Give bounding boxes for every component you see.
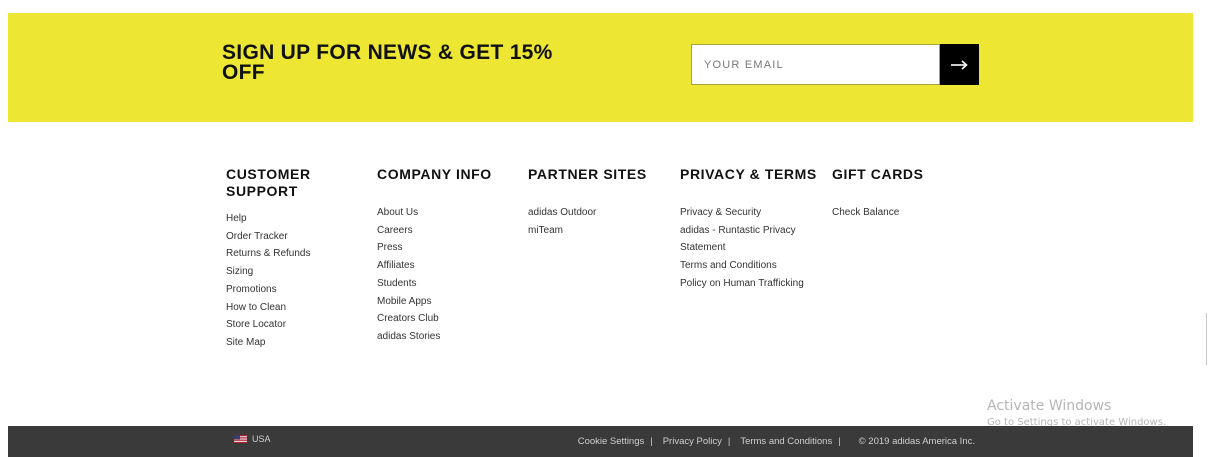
bottom-legal-bar: USA Cookie Settings | Privacy Policy | T… xyxy=(8,426,1193,457)
footer-link-careers[interactable]: Careers xyxy=(377,222,517,240)
terms-conditions-link[interactable]: Terms and Conditions xyxy=(740,436,832,447)
footer-column-customer-support: CUSTOMER SUPPORT Help Order Tracker Retu… xyxy=(226,166,336,352)
footer-link-returns-refunds[interactable]: Returns & Refunds xyxy=(226,245,336,263)
country-selector[interactable]: USA xyxy=(234,434,271,444)
footer-link-affiliates[interactable]: Affiliates xyxy=(377,257,517,275)
legal-links: Cookie Settings | Privacy Policy | Terms… xyxy=(578,436,975,447)
footer-link-help[interactable]: Help xyxy=(226,210,336,228)
footer-link-check-balance[interactable]: Check Balance xyxy=(832,204,952,222)
footer-column-gift-cards: GIFT CARDS Check Balance xyxy=(832,166,952,222)
footer-link-students[interactable]: Students xyxy=(377,275,517,293)
privacy-policy-link[interactable]: Privacy Policy xyxy=(663,436,722,447)
footer-link-creators-club[interactable]: Creators Club xyxy=(377,310,517,328)
footer-link-human-trafficking-policy[interactable]: Policy on Human Trafficking xyxy=(680,275,825,293)
email-input[interactable] xyxy=(692,45,939,84)
footer-link-miteam[interactable]: miTeam xyxy=(528,222,668,240)
footer-link-press[interactable]: Press xyxy=(377,239,517,257)
footer-link-store-locator[interactable]: Store Locator xyxy=(226,316,336,334)
footer-link-promotions[interactable]: Promotions xyxy=(226,281,336,299)
email-field-wrapper xyxy=(691,44,940,85)
country-label: USA xyxy=(252,434,271,444)
link-separator: | xyxy=(727,436,731,447)
footer-link-list: About Us Careers Press Affiliates Studen… xyxy=(377,204,517,346)
footer-column-title: CUSTOMER SUPPORT xyxy=(226,166,311,199)
footer-column-partner-sites: PARTNER SITES adidas Outdoor miTeam xyxy=(528,166,668,239)
link-separator: | xyxy=(838,436,841,447)
footer-link-how-to-clean[interactable]: How to Clean xyxy=(226,299,336,317)
footer-link-order-tracker[interactable]: Order Tracker xyxy=(226,228,336,246)
footer-column-privacy-terms: PRIVACY & TERMS Privacy & Security adida… xyxy=(680,166,825,293)
footer-link-about-us[interactable]: About Us xyxy=(377,204,517,222)
arrow-right-icon xyxy=(951,59,968,70)
footer-link-list: Check Balance xyxy=(832,204,952,222)
footer-link-mobile-apps[interactable]: Mobile Apps xyxy=(377,293,517,311)
link-separator: | xyxy=(650,436,653,447)
footer-link-list: Privacy & Security adidas - Runtastic Pr… xyxy=(680,204,825,293)
footer-column-company-info: COMPANY INFO About Us Careers Press Affi… xyxy=(377,166,517,346)
footer-column-title: PARTNER SITES xyxy=(528,166,647,182)
footer-link-adidas-outdoor[interactable]: adidas Outdoor xyxy=(528,204,668,222)
footer-link-list: adidas Outdoor miTeam xyxy=(528,204,668,239)
footer-link-privacy-security[interactable]: Privacy & Security xyxy=(680,204,825,222)
footer-column-title: COMPANY INFO xyxy=(377,166,492,182)
footer-link-list: Help Order Tracker Returns & Refunds Siz… xyxy=(226,210,336,352)
us-flag-icon xyxy=(234,435,247,443)
watermark-title: Activate Windows xyxy=(987,398,1112,414)
newsletter-signup-banner: SIGN UP FOR NEWS & GET 15% OFF xyxy=(8,13,1193,122)
footer-link-runtastic-privacy[interactable]: adidas - Runtastic Privacy xyxy=(680,222,825,240)
scrollbar-edge[interactable] xyxy=(1206,313,1207,365)
cookie-settings-link[interactable]: Cookie Settings xyxy=(578,436,645,447)
footer-link-terms-conditions[interactable]: Terms and Conditions xyxy=(680,257,825,275)
footer-link-runtastic-privacy-statement[interactable]: Statement xyxy=(680,239,825,257)
copyright-text: © 2019 adidas America Inc. xyxy=(858,436,975,447)
email-submit-button[interactable] xyxy=(940,44,979,85)
footer-link-sizing[interactable]: Sizing xyxy=(226,263,336,281)
footer-column-title: GIFT CARDS xyxy=(832,166,924,182)
footer-link-site-map[interactable]: Site Map xyxy=(226,334,336,352)
footer-link-adidas-stories[interactable]: adidas Stories xyxy=(377,328,517,346)
signup-heading: SIGN UP FOR NEWS & GET 15% OFF xyxy=(222,41,553,84)
footer-column-title: PRIVACY & TERMS xyxy=(680,166,817,182)
